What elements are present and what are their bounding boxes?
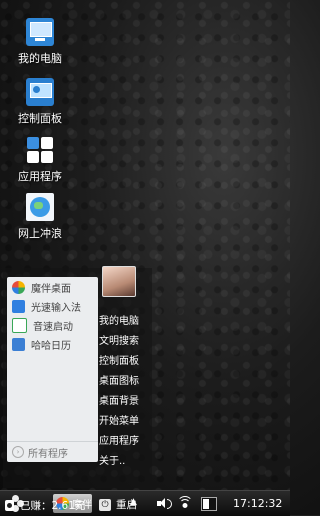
calendar-icon <box>12 338 25 351</box>
all-programs-button[interactable]: › 所有程序 <box>7 441 98 462</box>
input-method-icon <box>12 300 25 313</box>
clock: 17:12:32 <box>233 497 283 510</box>
mobanban-icon <box>12 281 25 294</box>
shortcut-search[interactable]: 文明搜索 <box>99 332 151 352</box>
desktop-icon-control-panel[interactable]: 控制面板 <box>8 78 72 126</box>
battery-icon[interactable] <box>201 497 217 511</box>
volume-icon[interactable] <box>157 498 172 509</box>
desktop-icon-my-computer[interactable]: 我的电脑 <box>8 18 72 66</box>
program-list: 魔伴桌面 光速输入法 音速启动 哈哈日历 › 所有程序 <box>7 277 98 462</box>
program-item-input-method[interactable]: 光速输入法 <box>7 297 98 316</box>
program-label: 魔伴桌面 <box>31 284 71 295</box>
launcher-icon <box>12 318 27 333</box>
shortcut-list: 我的电脑 文明搜索 控制面板 桌面图标 桌面背景 开始菜单 应用程序 关于.. <box>99 312 151 472</box>
program-label: 音速启动 <box>33 322 73 333</box>
desktop-icon-applications[interactable]: 应用程序 <box>8 136 72 184</box>
desktop-icon-label: 网上冲浪 <box>18 227 62 240</box>
desktop-icon-internet[interactable]: 网上冲浪 <box>8 193 72 241</box>
shortcut-desktop-icons[interactable]: 桌面图标 <box>99 372 151 392</box>
program-item-calendar[interactable]: 哈哈日历 <box>7 335 98 354</box>
shortcut-about[interactable]: 关于.. <box>99 452 151 472</box>
all-programs-label: 所有程序 <box>28 448 68 460</box>
restart-button[interactable]: ⏻ 重启 <box>99 497 137 512</box>
shortcut-control-panel[interactable]: 控制面板 <box>99 352 151 372</box>
apps-icon <box>26 136 54 164</box>
program-label: 哈哈日历 <box>31 341 71 352</box>
shortcut-desktop-background[interactable]: 桌面背景 <box>99 392 151 412</box>
earnings-label: 已赚：2.61元 <box>20 500 86 512</box>
earnings-status: 已赚：2.61元 <box>5 498 85 513</box>
shortcut-applications[interactable]: 应用程序 <box>99 432 151 452</box>
arrow-right-icon: › <box>12 446 24 458</box>
power-icon: ⏻ <box>99 498 111 511</box>
shortcut-my-computer[interactable]: 我的电脑 <box>99 312 151 332</box>
desktop-icon-label: 控制面板 <box>18 112 62 125</box>
program-label: 光速输入法 <box>31 303 81 314</box>
control-panel-icon <box>26 78 54 106</box>
wifi-icon[interactable] <box>177 496 193 508</box>
program-item-launcher[interactable]: 音速启动 <box>7 316 98 335</box>
computer-icon <box>26 18 54 46</box>
shortcut-start-menu[interactable]: 开始菜单 <box>99 412 151 432</box>
avatar[interactable] <box>102 266 136 297</box>
restart-label: 重启 <box>116 499 137 511</box>
desktop-icon-label: 我的电脑 <box>18 52 62 65</box>
globe-icon <box>26 193 54 221</box>
wallet-icon <box>5 500 14 511</box>
program-item-mobanban[interactable]: 魔伴桌面 <box>7 278 98 297</box>
desktop-icon-label: 应用程序 <box>18 170 62 183</box>
